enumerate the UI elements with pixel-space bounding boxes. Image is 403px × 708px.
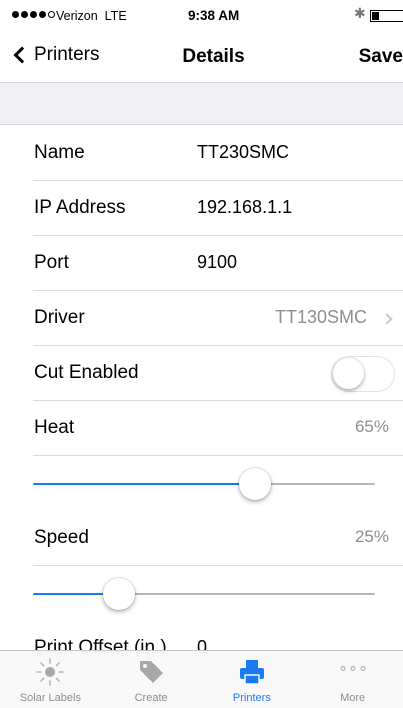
heat-row: Heat 65% — [0, 401, 403, 456]
tag-icon — [140, 661, 164, 683]
heat-slider-row — [0, 456, 403, 511]
printer-icon — [239, 660, 264, 685]
heat-percent: 65% — [354, 417, 389, 436]
port-label: Port — [34, 252, 69, 273]
speed-slider-row — [0, 566, 403, 621]
heat-slider-thumb[interactable] — [239, 468, 272, 500]
tab-solar-labels[interactable]: Solar Labels — [0, 651, 101, 708]
name-label: Name — [34, 142, 85, 163]
tab-printers[interactable]: Printers — [202, 651, 303, 708]
back-button-label: Printers — [34, 44, 100, 65]
speed-slider[interactable] — [33, 578, 375, 610]
battery-icon — [370, 10, 403, 22]
bluetooth-icon: ✱ — [354, 5, 366, 21]
speed-label: Speed — [34, 527, 89, 548]
name-row[interactable]: Name TT230SMC — [0, 126, 403, 181]
chevron-left-icon — [13, 46, 31, 64]
tab-label: Printers — [232, 692, 271, 704]
navigation-bar: Printers Details Save — [0, 34, 403, 82]
speed-percent: 25% — [354, 527, 389, 546]
tab-bar: Solar Labels Create Printers More — [0, 650, 403, 708]
tab-label: More — [340, 692, 366, 704]
signal-strength-icon — [12, 11, 55, 18]
heat-slider[interactable] — [33, 468, 375, 500]
sun-icon — [36, 658, 65, 686]
chevron-right-icon — [381, 313, 393, 325]
port-field[interactable]: 9100 — [197, 252, 237, 273]
carrier-label: Verizon LTE — [56, 9, 127, 23]
status-bar: Verizon LTE 9:38 AM ✱ — [0, 0, 403, 34]
driver-row[interactable]: Driver TT130SMC — [0, 291, 403, 346]
tab-create[interactable]: Create — [101, 651, 202, 708]
heat-label: Heat — [34, 417, 75, 438]
back-button[interactable]: Printers — [12, 44, 99, 66]
ip-address-row[interactable]: IP Address 192.168.1.1 — [0, 181, 403, 236]
name-field[interactable]: TT230SMC — [197, 142, 289, 163]
cut-enabled-label: Cut Enabled — [34, 362, 139, 383]
cut-enabled-toggle[interactable] — [331, 356, 395, 392]
tab-more[interactable]: More — [302, 651, 403, 708]
driver-value: TT130SMC — [274, 307, 367, 327]
ip-address-field[interactable]: 192.168.1.1 — [197, 197, 292, 218]
printer-details-screen: Verizon LTE 9:38 AM ✱ Printers Details S… — [0, 0, 403, 708]
save-button[interactable]: Save — [359, 46, 403, 68]
ip-address-label: IP Address — [34, 197, 126, 218]
cut-enabled-row: Cut Enabled — [0, 346, 403, 401]
status-time: 9:38 AM — [188, 8, 240, 23]
tab-label: Solar Labels — [19, 692, 81, 704]
section-header-spacer — [0, 82, 403, 125]
driver-label: Driver — [34, 307, 85, 328]
speed-slider-thumb[interactable] — [102, 578, 135, 610]
tab-label: Create — [134, 692, 168, 704]
more-dots-icon — [340, 666, 366, 671]
speed-row: Speed 25% — [0, 511, 403, 566]
port-row[interactable]: Port 9100 — [0, 236, 403, 291]
